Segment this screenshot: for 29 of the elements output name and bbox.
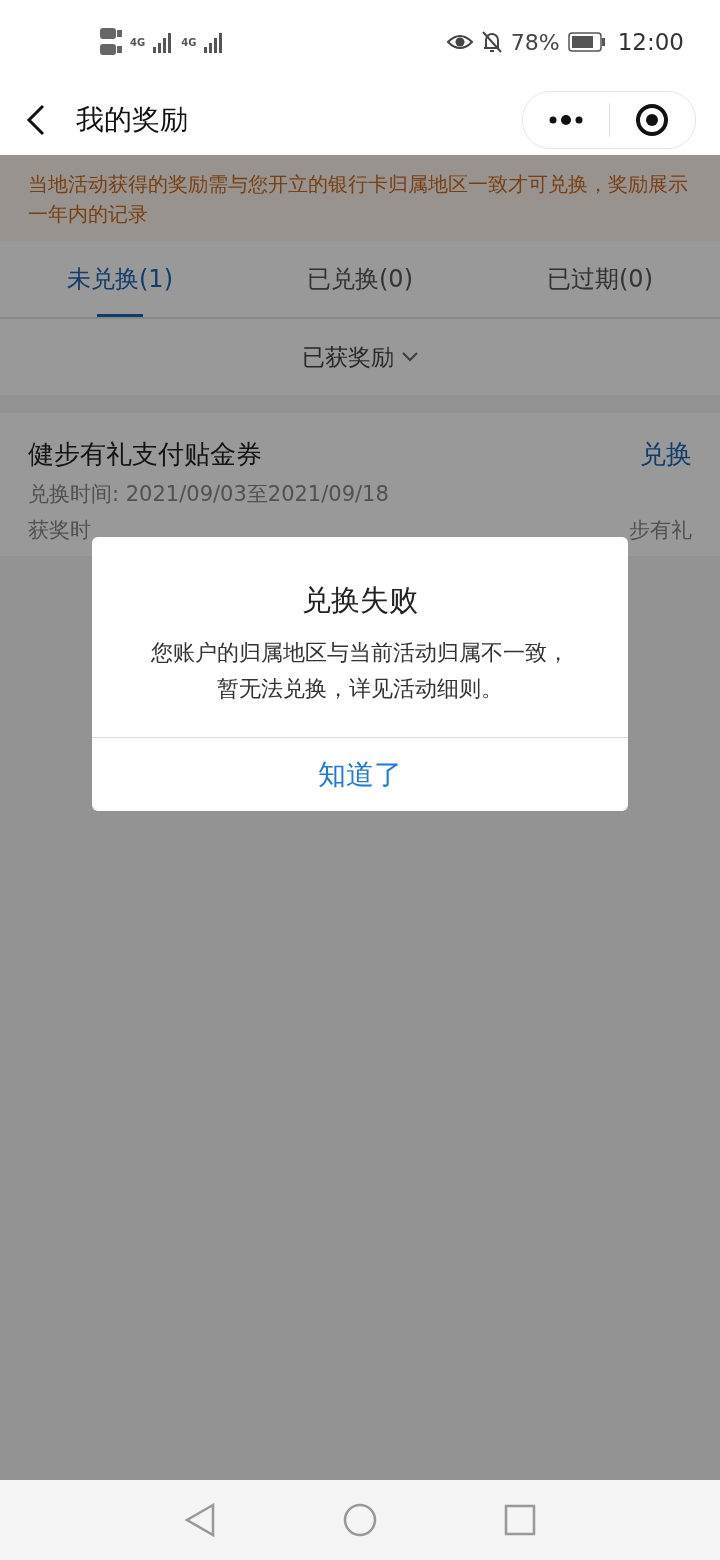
page-title: 我的奖励 (76, 101, 188, 138)
tab[interactable]: 已兑换(0) (240, 241, 480, 317)
battery-icon (567, 32, 606, 52)
dialog-title: 兑换失败 (302, 582, 418, 619)
award-source: 步有礼 (629, 517, 692, 544)
tab[interactable]: 已过期(0) (480, 241, 720, 317)
battery-level: 78% (510, 29, 560, 55)
ok-button[interactable]: 知道了 (92, 737, 628, 811)
dialog-message: 您账户的归属地区与当前活动归属不一致，暂无法兑换，详见活动细则。 (150, 639, 570, 703)
eye-icon (446, 32, 473, 52)
network-label: 4G (130, 36, 146, 48)
signal-icon (153, 31, 174, 53)
redeem-period: 兑换时间: 2021/09/03至2021/09/18 (28, 481, 390, 508)
chevron-down-icon[interactable] (402, 352, 418, 362)
redeem-link[interactable]: 兑换 (640, 437, 692, 472)
recents-icon[interactable] (504, 1504, 537, 1536)
home-icon[interactable] (343, 1503, 377, 1537)
notice-text: 当地活动获得的奖励需与您开立的银行卡归属地区一致才可兑换，奖励展示一年内的记录 (0, 155, 720, 241)
bell-off-icon (480, 30, 503, 54)
clock: 12:00 (617, 29, 684, 55)
back-icon[interactable] (26, 103, 46, 136)
network-label: 4G (181, 36, 197, 48)
more-icon[interactable] (547, 113, 584, 126)
signal-icon (204, 31, 225, 53)
reward-name: 健步有礼支付贴金券 (28, 438, 262, 471)
back-nav-icon[interactable] (183, 1502, 216, 1538)
tab[interactable]: 未兑换(1) (0, 241, 240, 317)
filter-dropdown[interactable]: 已获奖励 (302, 341, 394, 373)
award-time: 获奖时 (28, 517, 91, 544)
